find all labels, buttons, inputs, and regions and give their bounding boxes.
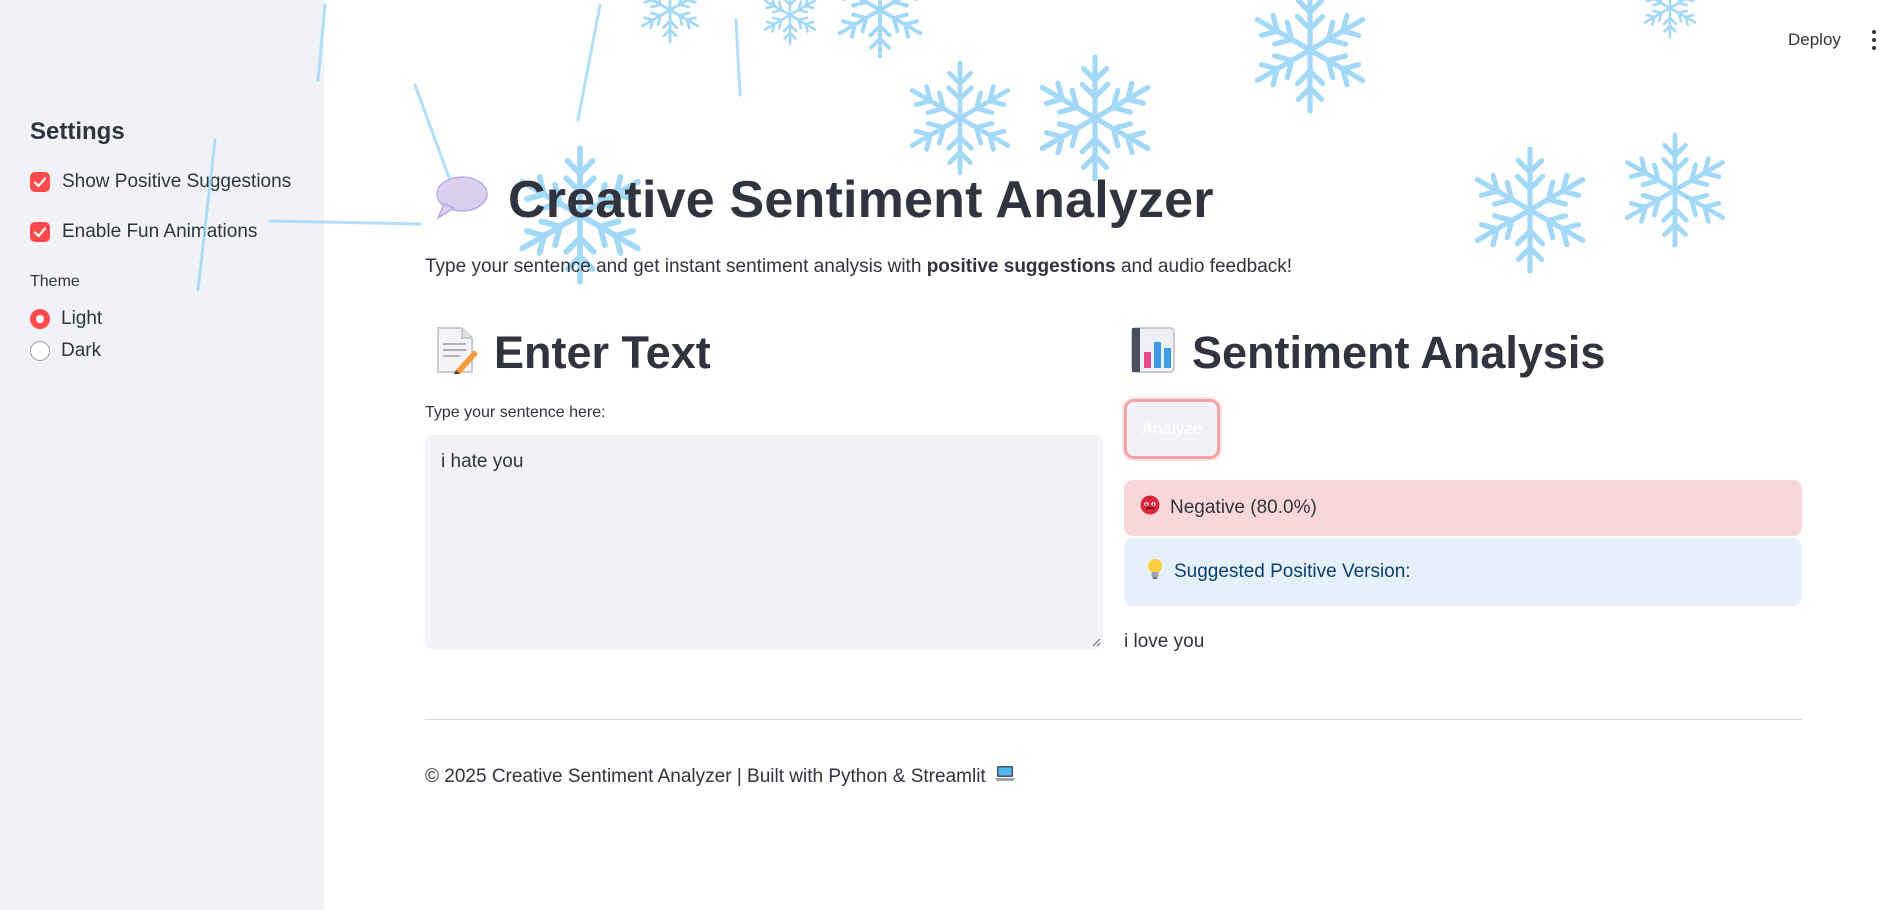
analyze-button[interactable]: Analyze — [1124, 399, 1220, 459]
checkbox-label: Show Positive Suggestions — [62, 171, 292, 192]
sentiment-result-text: Negative (80.0%) — [1170, 497, 1317, 518]
checkbox-label: Enable Fun Animations — [62, 221, 258, 242]
suggestion-heading: Suggested Positive Version: — [1174, 561, 1411, 582]
footer: © 2025 Creative Sentiment Analyzer | Bui… — [425, 764, 1016, 790]
footer-divider — [425, 719, 1802, 720]
kebab-menu-icon[interactable] — [1868, 28, 1880, 54]
laptop-icon — [994, 764, 1016, 790]
resize-handle-icon[interactable] — [1091, 637, 1101, 647]
sentence-input-value: i hate you — [441, 451, 524, 472]
radio-label: Light — [61, 308, 103, 329]
page-title: Creative Sentiment Analyzer — [508, 171, 1214, 229]
enter-text-heading-row: Enter Text — [434, 326, 711, 379]
suggestion-info-alert: Suggested Positive Version: — [1124, 538, 1802, 606]
checkbox-checked-icon[interactable] — [30, 222, 50, 242]
light-bulb-icon — [1146, 558, 1164, 586]
suggested-positive-text: i love you — [1124, 631, 1205, 652]
page-subtitle: Type your sentence and get instant senti… — [425, 256, 1293, 277]
negative-result-alert: Negative (80.0%) — [1124, 480, 1802, 536]
show-positive-suggestions-checkbox[interactable]: Show Positive Suggestions — [30, 171, 291, 193]
sentence-input-label: Type your sentence here: — [425, 404, 606, 421]
sentiment-analysis-heading-row: Sentiment Analysis — [1130, 326, 1605, 379]
sidebar-title: Settings — [30, 118, 125, 145]
radio-unselected-icon[interactable] — [30, 341, 50, 361]
deploy-button[interactable]: Deploy — [1784, 28, 1845, 52]
bar-chart-icon — [1130, 326, 1176, 379]
radio-selected-icon[interactable] — [30, 309, 50, 329]
theme-radio-dark[interactable]: Dark — [30, 340, 101, 362]
angry-face-icon — [1140, 495, 1160, 521]
page-title-row: Creative Sentiment Analyzer — [434, 170, 1214, 230]
enter-text-heading: Enter Text — [494, 326, 711, 378]
sentence-textarea[interactable]: i hate you — [425, 435, 1103, 649]
sidebar: Settings Show Positive Suggestions Enabl… — [0, 0, 324, 910]
checkbox-checked-icon[interactable] — [30, 172, 50, 192]
sentiment-analysis-heading: Sentiment Analysis — [1192, 326, 1606, 378]
memo-icon — [434, 326, 478, 379]
theme-label: Theme — [30, 273, 80, 290]
footer-text: © 2025 Creative Sentiment Analyzer | Bui… — [425, 766, 986, 787]
speech-balloon-icon — [434, 174, 488, 227]
theme-radio-light[interactable]: Light — [30, 308, 102, 330]
enable-fun-animations-checkbox[interactable]: Enable Fun Animations — [30, 221, 257, 243]
radio-label: Dark — [61, 340, 102, 361]
